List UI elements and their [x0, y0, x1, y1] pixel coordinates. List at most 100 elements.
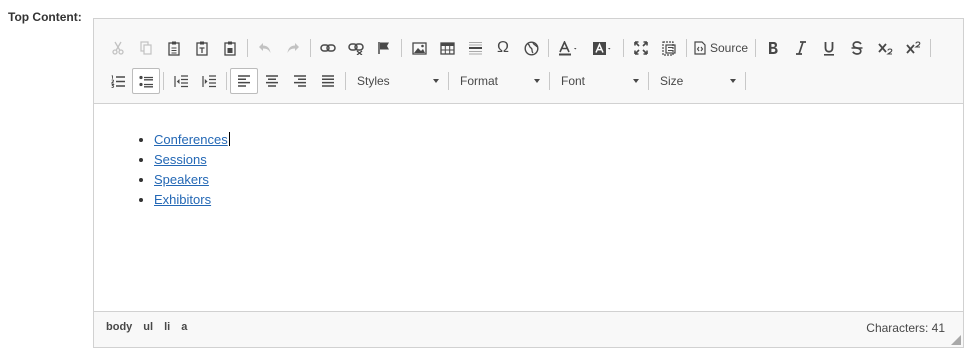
align-center-button[interactable]: [258, 68, 286, 94]
cut-button[interactable]: [104, 35, 132, 61]
italic-button[interactable]: [787, 35, 815, 61]
background-color-button[interactable]: [586, 35, 620, 61]
bulleted-list-button[interactable]: [132, 68, 160, 94]
link-button[interactable]: [314, 35, 342, 61]
path-item-ul[interactable]: ul: [143, 321, 153, 333]
underline-icon: [824, 41, 835, 56]
toolbar-separator: [548, 39, 549, 57]
list-link-speakers[interactable]: Speakers: [154, 172, 209, 187]
toolbar-separator: [163, 72, 164, 90]
link-icon: [320, 44, 336, 52]
table-icon: [439, 41, 455, 55]
bulleted-list-icon: [138, 75, 153, 87]
toolbar-separator: [448, 72, 449, 90]
bulleted-list: Conferences Sessions Speakers Exhibitors: [136, 130, 230, 210]
show-blocks-button[interactable]: [655, 35, 683, 61]
list-link-exhibitors[interactable]: Exhibitors: [154, 192, 211, 207]
align-left-icon: [238, 75, 250, 87]
table-button[interactable]: [433, 35, 461, 61]
indent-icon: [201, 74, 216, 87]
numbered-list-icon: [110, 74, 125, 88]
toolbar-separator: [247, 39, 248, 57]
list-item: Conferences: [154, 130, 230, 150]
toolbar-separator: [648, 72, 649, 90]
list-link-conferences[interactable]: Conferences: [154, 132, 228, 147]
source-button[interactable]: Source: [690, 35, 752, 61]
horizontal-rule-icon: [468, 42, 482, 55]
chevron-down-icon: [633, 79, 639, 83]
toolbar-separator: [755, 39, 757, 57]
outdent-icon: [173, 74, 188, 87]
bold-button[interactable]: [759, 35, 787, 61]
font-dropdown[interactable]: Font: [553, 68, 645, 94]
chevron-down-icon: [730, 79, 736, 83]
text-color-button[interactable]: [552, 35, 586, 61]
subscript-icon: [877, 43, 892, 55]
align-right-icon: [294, 75, 306, 87]
increase-indent-button[interactable]: [195, 68, 223, 94]
superscript-button[interactable]: [899, 35, 927, 61]
toolbar-row-1: Ω Source: [104, 35, 934, 61]
bold-icon: [769, 42, 778, 54]
editor-status-bar: body ul li a Characters: 41: [94, 311, 963, 347]
list-link-sessions[interactable]: Sessions: [154, 152, 207, 167]
styles-label: Styles: [357, 74, 390, 88]
editor-toolbar: Ω Source Styles Format Font Size: [94, 19, 963, 104]
path-item-a[interactable]: a: [181, 321, 187, 333]
chevron-down-icon: [433, 79, 439, 83]
size-dropdown[interactable]: Size: [652, 68, 742, 94]
clipboard-text-icon: [196, 41, 208, 56]
unlink-icon: [348, 42, 364, 55]
align-center-icon: [266, 75, 278, 87]
align-right-button[interactable]: [286, 68, 314, 94]
strikethrough-button[interactable]: [843, 35, 871, 61]
path-item-body[interactable]: body: [106, 321, 132, 333]
size-label: Size: [660, 74, 684, 88]
list-item: Exhibitors: [154, 190, 230, 210]
copy-icon: [140, 41, 152, 55]
toolbar-separator: [686, 39, 687, 57]
source-label: Source: [710, 41, 749, 55]
anchor-button[interactable]: [370, 35, 398, 61]
iframe-button[interactable]: [517, 35, 545, 61]
copy-button[interactable]: [132, 35, 160, 61]
field-label: Top Content:: [8, 10, 82, 24]
redo-button[interactable]: [279, 35, 307, 61]
justify-button[interactable]: [314, 68, 342, 94]
toolbar-separator: [745, 72, 746, 90]
undo-button[interactable]: [251, 35, 279, 61]
editor-content-area[interactable]: Conferences Sessions Speakers Exhibitors: [94, 104, 963, 311]
decrease-indent-button[interactable]: [167, 68, 195, 94]
toolbar-row-2: Styles Format Font Size: [104, 68, 749, 94]
align-left-button[interactable]: [230, 68, 258, 94]
toolbar-separator: [623, 39, 624, 57]
scissors-icon: [112, 41, 124, 55]
text-cursor: [228, 132, 230, 146]
toolbar-separator: [345, 72, 346, 90]
text-color-icon: [559, 40, 577, 55]
toolbar-separator: [401, 39, 402, 57]
character-count: Characters: 41: [866, 321, 945, 335]
resize-handle-icon[interactable]: [951, 335, 961, 345]
styles-dropdown[interactable]: Styles: [349, 68, 445, 94]
horizontal-rule-button[interactable]: [461, 35, 489, 61]
italic-icon: [796, 41, 807, 55]
superscript-icon: [905, 41, 920, 54]
chevron-down-icon: [534, 79, 540, 83]
path-item-li[interactable]: li: [164, 321, 170, 333]
numbered-list-button[interactable]: [104, 68, 132, 94]
image-button[interactable]: [405, 35, 433, 61]
globe-icon: [523, 40, 539, 56]
justify-icon: [322, 75, 334, 87]
toolbar-separator: [549, 72, 550, 90]
unlink-button[interactable]: [342, 35, 370, 61]
special-character-button[interactable]: Ω: [489, 35, 517, 61]
underline-button[interactable]: [815, 35, 843, 61]
maximize-button[interactable]: [627, 35, 655, 61]
paste-button[interactable]: [160, 35, 188, 61]
subscript-button[interactable]: [871, 35, 899, 61]
paste-text-button[interactable]: [188, 35, 216, 61]
paste-from-word-button[interactable]: [216, 35, 244, 61]
format-dropdown[interactable]: Format: [452, 68, 546, 94]
toolbar-separator: [226, 72, 227, 90]
